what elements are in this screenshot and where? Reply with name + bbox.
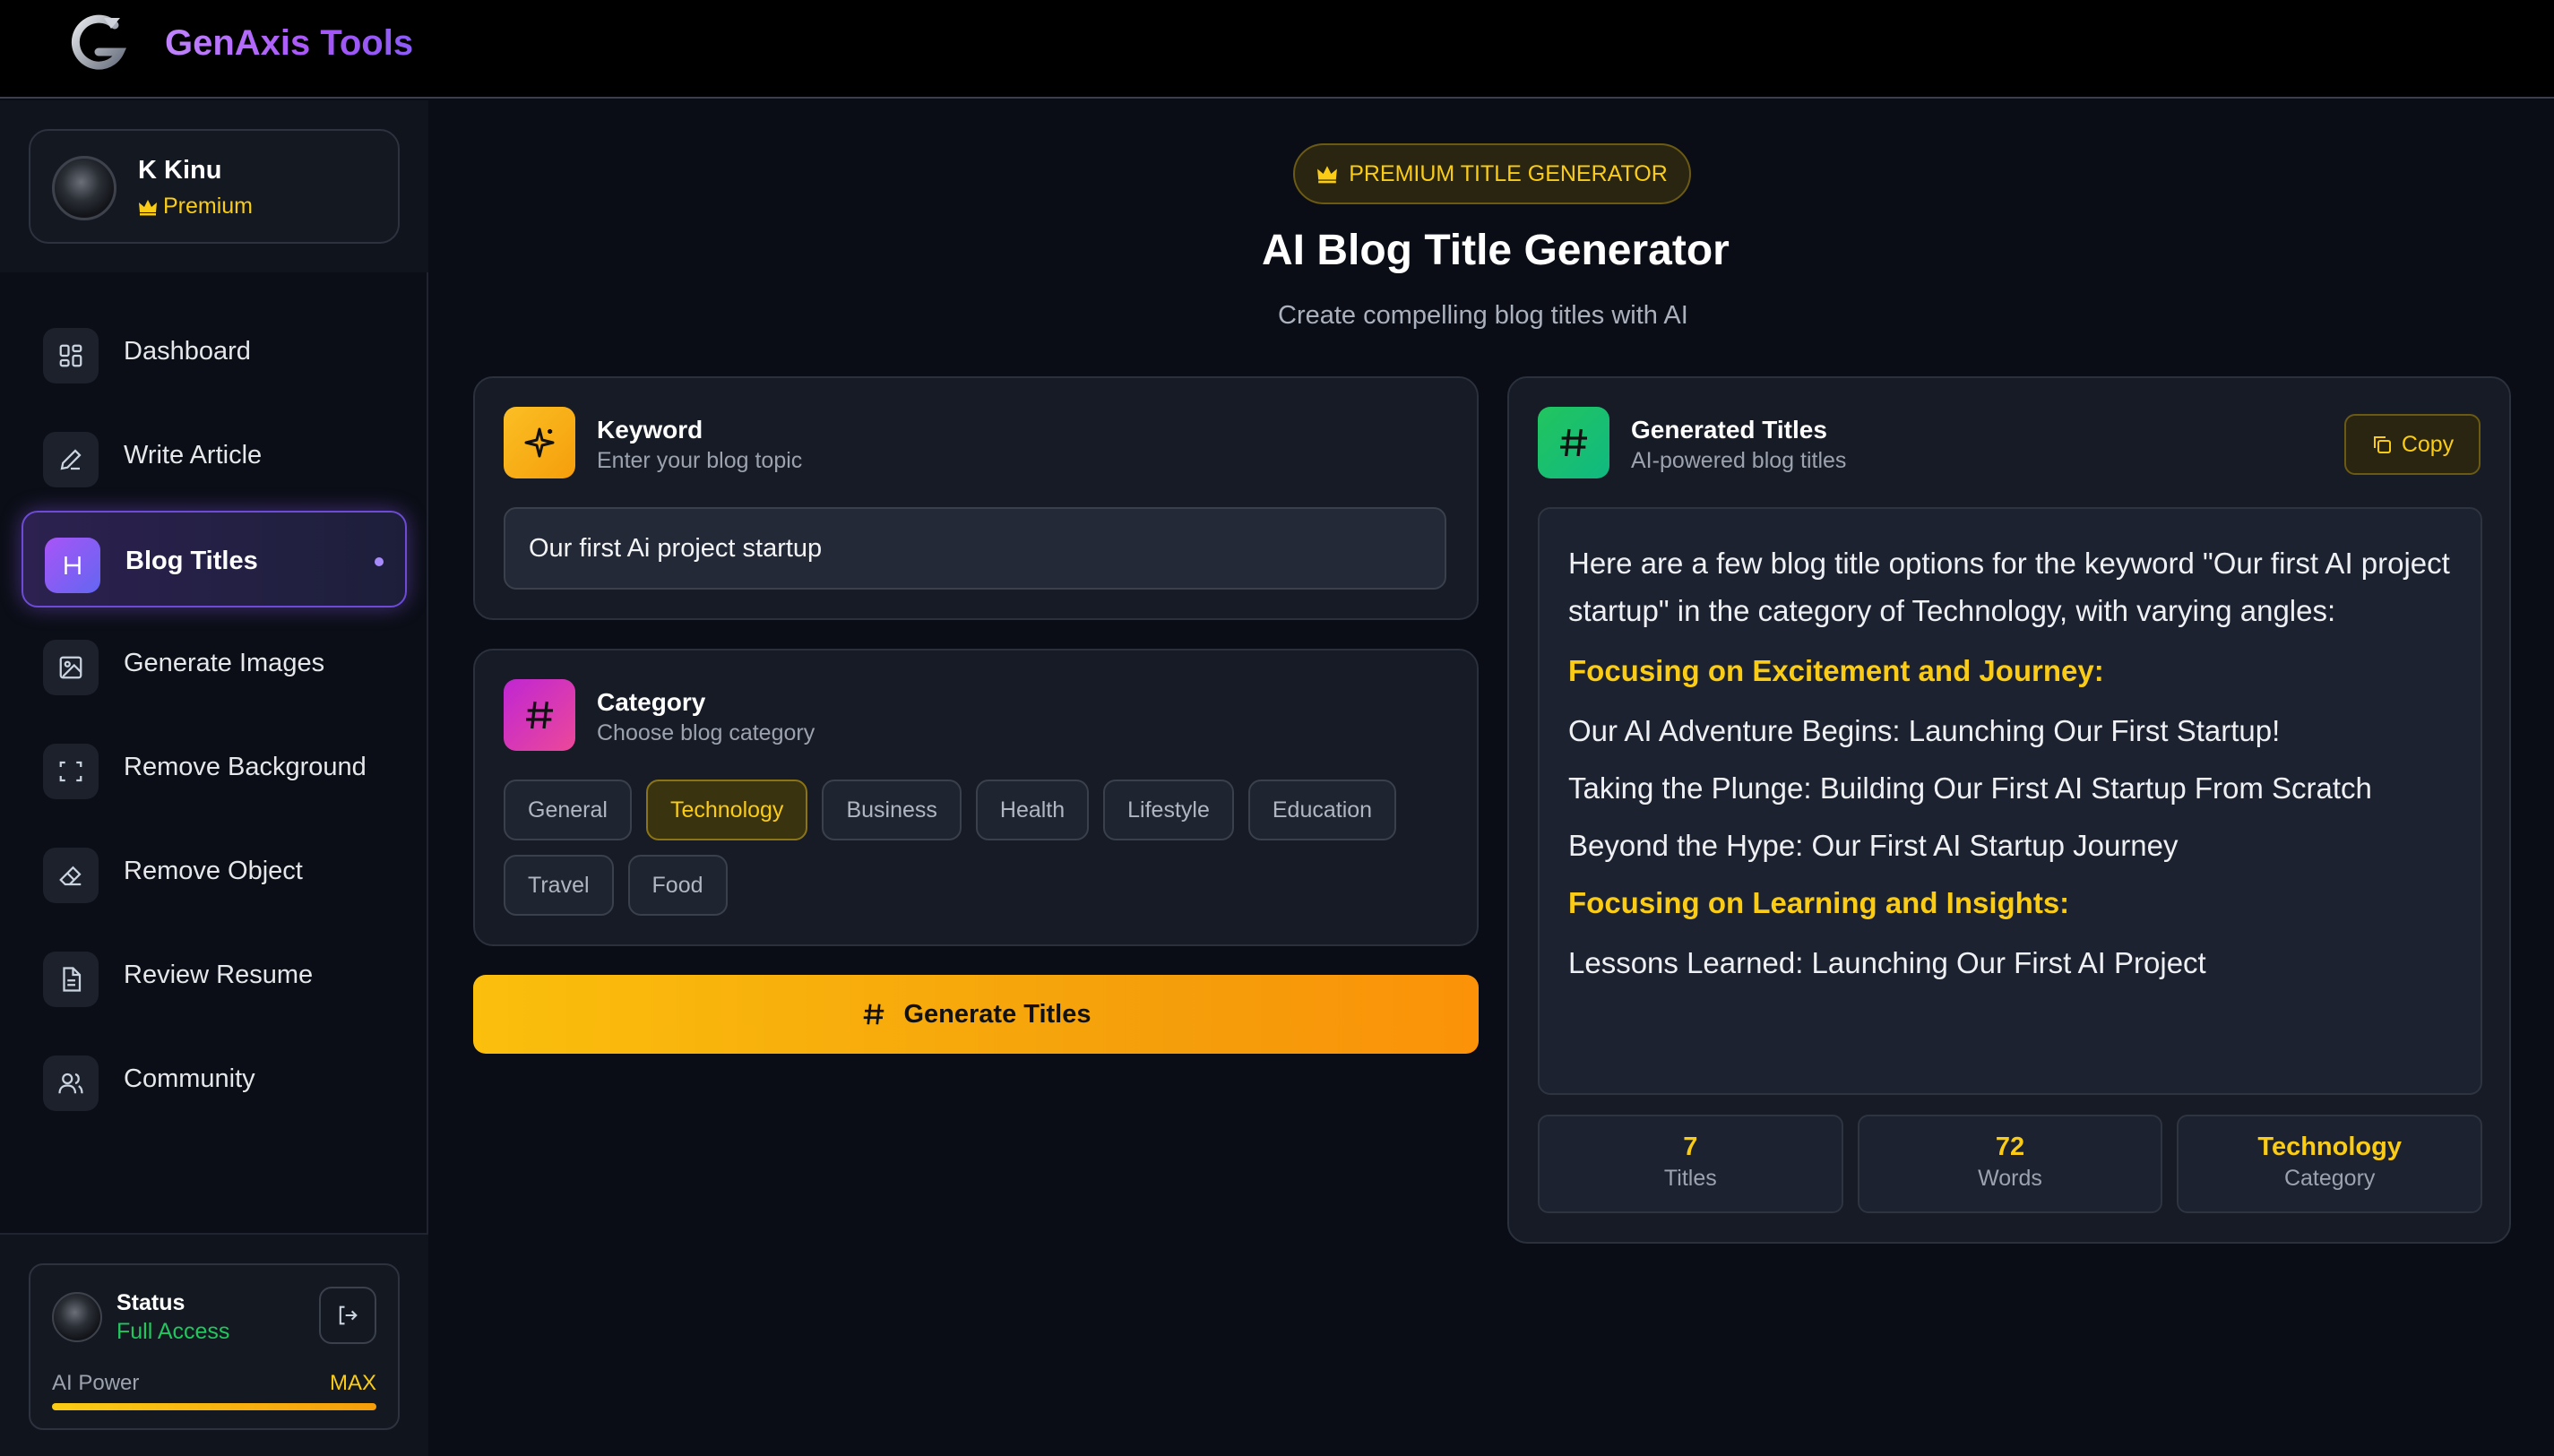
stat-value: 72 bbox=[1995, 1133, 2025, 1161]
category-panel: Category Choose blog category General Te… bbox=[473, 649, 1479, 946]
stat-words: 72 Words bbox=[1857, 1115, 2163, 1213]
image-icon bbox=[43, 640, 99, 695]
sidebar-item-label: Write Article bbox=[124, 441, 263, 470]
result-stats: 7 Titles 72 Words Technology Category bbox=[1538, 1115, 2483, 1213]
category-chip-food[interactable]: Food bbox=[627, 855, 728, 916]
eraser-icon bbox=[43, 848, 99, 903]
stat-value: Technology bbox=[2257, 1133, 2402, 1161]
keyword-panel: Keyword Enter your blog topic Our first … bbox=[473, 376, 1479, 620]
genaxis-logo-icon[interactable] bbox=[68, 13, 127, 77]
sidebar-item-label: Generate Images bbox=[124, 649, 325, 677]
heading-icon bbox=[45, 538, 100, 593]
sidebar-item-label: Review Resume bbox=[124, 961, 314, 989]
logout-button[interactable] bbox=[319, 1287, 376, 1344]
category-chip-business[interactable]: Business bbox=[822, 780, 962, 840]
generate-titles-label: Generate Titles bbox=[903, 999, 1091, 1029]
dashboard-icon bbox=[43, 328, 99, 383]
results-title: Generated Titles bbox=[1631, 416, 1827, 444]
crop-icon bbox=[43, 744, 99, 799]
stat-label: Titles bbox=[1663, 1166, 1717, 1191]
status-card: Status Full Access AI Power MAX bbox=[29, 1263, 400, 1430]
sidebar-item-dashboard[interactable]: Dashboard bbox=[22, 303, 407, 400]
premium-badge-label: PREMIUM TITLE GENERATOR bbox=[1349, 160, 1668, 186]
user-card[interactable]: K Kinu Premium bbox=[29, 129, 400, 244]
category-chip-general[interactable]: General bbox=[504, 780, 632, 840]
active-indicator-dot bbox=[375, 557, 384, 566]
sidebar-item-blog-titles[interactable]: Blog Titles bbox=[22, 511, 407, 607]
result-intro: Here are a few blog title options for th… bbox=[1568, 547, 2450, 627]
category-chip-health[interactable]: Health bbox=[975, 780, 1090, 840]
sidebar-item-community[interactable]: Community bbox=[22, 1030, 407, 1127]
sparkle-icon bbox=[504, 407, 575, 478]
generated-titles-output[interactable]: Here are a few blog title options for th… bbox=[1538, 507, 2482, 1095]
page-title: AI Blog Title Generator bbox=[1262, 227, 1730, 274]
ai-power-label: AI Power bbox=[52, 1371, 140, 1395]
copy-icon bbox=[2373, 436, 2391, 453]
category-chip-technology[interactable]: Technology bbox=[645, 780, 808, 840]
result-title-line: Our AI Adventure Begins: Launching Our F… bbox=[1568, 714, 2281, 747]
copy-button[interactable]: Copy bbox=[2344, 414, 2481, 475]
sidebar-item-review-resume[interactable]: Review Resume bbox=[22, 926, 407, 1023]
status-section: Status Full Access AI Power MAX bbox=[0, 1233, 428, 1456]
sidebar-item-label: Blog Titles bbox=[125, 547, 258, 575]
ai-power-fill bbox=[52, 1403, 376, 1410]
hash-icon bbox=[1538, 407, 1609, 478]
crown-icon bbox=[1317, 166, 1338, 184]
top-bar: GenAxis Tools bbox=[0, 0, 2554, 99]
category-chip-travel[interactable]: Travel bbox=[504, 855, 614, 916]
sidebar-item-remove-background[interactable]: Remove Background bbox=[22, 719, 407, 815]
ai-power-value: MAX bbox=[329, 1371, 376, 1395]
category-title: Category bbox=[597, 688, 706, 716]
sidebar-nav: Dashboard Write Article Blog Titles Gene… bbox=[22, 303, 407, 1134]
results-subtitle: AI-powered blog titles bbox=[1631, 448, 1847, 473]
copy-label: Copy bbox=[2401, 431, 2455, 457]
keyword-input[interactable]: Our first Ai project startup bbox=[504, 507, 1446, 590]
result-heading: Focusing on Excitement and Journey: bbox=[1568, 654, 2104, 687]
category-chip-education[interactable]: Education bbox=[1247, 780, 1397, 840]
stat-value: 7 bbox=[1683, 1133, 1698, 1161]
user-plan-label: Premium bbox=[163, 194, 254, 219]
user-plan: Premium bbox=[138, 194, 253, 220]
sidebar-item-label: Community bbox=[124, 1064, 255, 1093]
category-chip-lifestyle[interactable]: Lifestyle bbox=[1103, 780, 1234, 840]
stat-category: Technology Category bbox=[2177, 1115, 2483, 1213]
result-title-line: Lessons Learned: Launching Our First AI … bbox=[1568, 946, 2206, 979]
hash-icon bbox=[864, 1004, 884, 1025]
user-section: K Kinu Premium bbox=[0, 100, 428, 272]
sidebar-item-write-article[interactable]: Write Article bbox=[22, 407, 407, 504]
sidebar-item-label: Dashboard bbox=[124, 337, 251, 366]
logout-icon bbox=[339, 1305, 358, 1325]
users-icon bbox=[43, 1055, 99, 1111]
ai-power-bar bbox=[52, 1403, 376, 1410]
status-avatar bbox=[52, 1292, 102, 1342]
user-name: K Kinu bbox=[138, 156, 222, 185]
generated-titles-panel: Generated Titles AI-powered blog titles … bbox=[1507, 376, 2511, 1244]
avatar bbox=[52, 156, 116, 220]
result-title-line: Taking the Plunge: Building Our First AI… bbox=[1568, 771, 2372, 805]
stat-label: Words bbox=[1978, 1166, 2042, 1191]
sidebar-item-remove-object[interactable]: Remove Object bbox=[22, 823, 407, 919]
status-title: Status bbox=[116, 1290, 186, 1315]
pen-icon bbox=[43, 432, 99, 487]
result-heading: Focusing on Learning and Insights: bbox=[1568, 886, 2070, 919]
sidebar-item-label: Remove Object bbox=[124, 857, 303, 885]
generate-titles-button[interactable]: Generate Titles bbox=[473, 975, 1479, 1054]
sidebar: K Kinu Premium Dashboard Write Article B… bbox=[0, 100, 428, 1456]
stat-titles: 7 Titles bbox=[1538, 1115, 1843, 1213]
result-title-line: Beyond the Hype: Our First AI Startup Jo… bbox=[1568, 829, 2179, 862]
sidebar-item-generate-images[interactable]: Generate Images bbox=[22, 615, 407, 711]
status-access: Full Access bbox=[116, 1319, 230, 1344]
hash-icon bbox=[504, 679, 575, 751]
crown-icon bbox=[139, 199, 157, 215]
stat-label: Category bbox=[2283, 1166, 2376, 1191]
category-chips: General Technology Business Health Lifes… bbox=[504, 780, 1454, 916]
premium-badge: PREMIUM TITLE GENERATOR bbox=[1293, 143, 1691, 204]
brand-title[interactable]: GenAxis Tools bbox=[165, 23, 413, 64]
category-subtitle: Choose blog category bbox=[597, 720, 815, 745]
keyword-subtitle: Enter your blog topic bbox=[597, 448, 803, 473]
keyword-title: Keyword bbox=[597, 416, 703, 444]
document-icon bbox=[43, 952, 99, 1007]
sidebar-item-label: Remove Background bbox=[124, 753, 367, 781]
page-subtitle: Create compelling blog titles with AI bbox=[1278, 301, 1688, 330]
